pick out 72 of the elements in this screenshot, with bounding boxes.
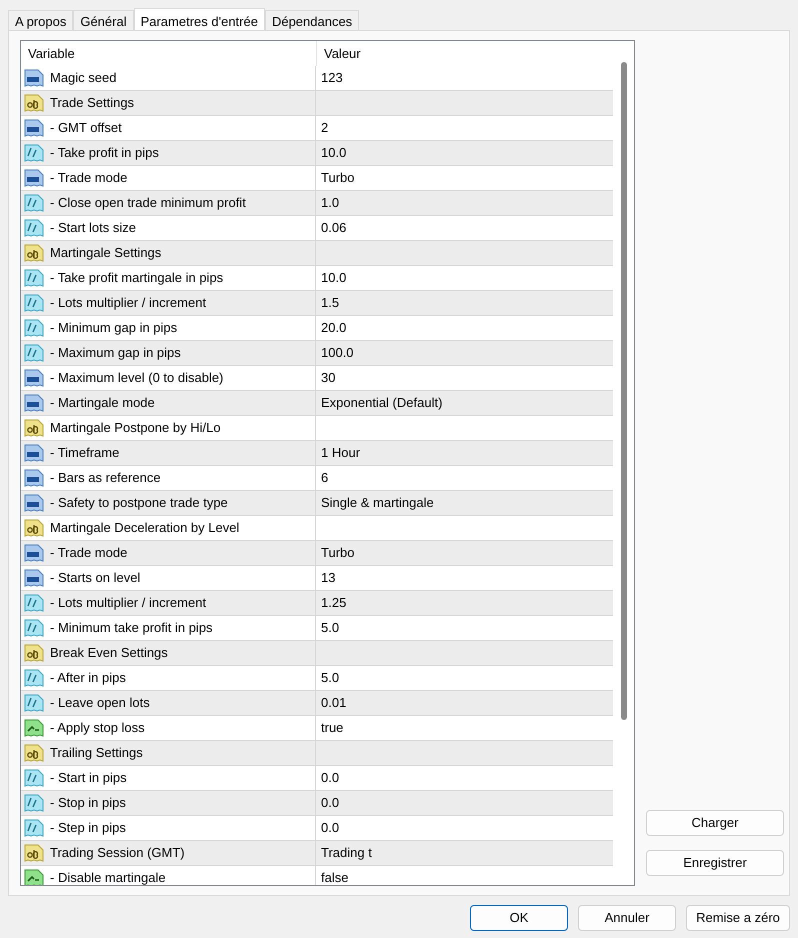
variable-name: - Leave open lots — [50, 694, 150, 712]
parameter-value[interactable]: 30 — [321, 368, 336, 388]
parameter-value[interactable]: false — [321, 868, 348, 885]
side-button[interactable]: Charger — [646, 810, 784, 836]
variable-name: - Safety to postpone trade type — [50, 494, 228, 512]
parameter-value[interactable]: 1.0 — [321, 193, 340, 213]
variable-name: - Starts on level — [50, 569, 140, 588]
parameter-value[interactable]: Turbo — [321, 543, 354, 563]
column-header[interactable]: Variable — [21, 41, 317, 66]
parameter-value[interactable]: 0.0 — [321, 768, 340, 788]
tab[interactable]: Général — [73, 10, 134, 32]
variable-name: - Take profit martingale in pips — [50, 269, 224, 288]
variable-name: - Minimum gap in pips — [50, 319, 178, 338]
parameter-value[interactable]: 2 — [321, 118, 328, 138]
variable-name: - Lots multiplier / increment — [50, 594, 206, 612]
variable-name: - Start in pips — [50, 769, 127, 788]
variable-name: - Close open trade minimum profit — [50, 194, 246, 212]
variable-name: - GMT offset — [50, 119, 122, 138]
variable-name: - Take profit in pips — [50, 144, 159, 162]
parameter-value[interactable]: 0.01 — [321, 693, 346, 713]
dialog-button[interactable]: Annuler — [578, 905, 676, 931]
parameter-value[interactable]: 0.06 — [321, 218, 346, 238]
tab[interactable]: Dépendances — [264, 10, 360, 32]
variable-name: - Step in pips — [50, 819, 126, 838]
variable-name: Martingale Settings — [50, 244, 162, 262]
tab[interactable]: Parametres d'entrée — [134, 8, 265, 32]
variable-name: - Maximum gap in pips — [50, 344, 181, 362]
dialog-button[interactable]: OK — [470, 905, 568, 931]
parameter-value[interactable]: 13 — [321, 568, 336, 588]
variable-name: - Maximum level (0 to disable) — [50, 369, 224, 388]
parameter-value[interactable]: 5.0 — [321, 668, 340, 688]
variable-name: Break Even Settings — [50, 644, 168, 662]
variable-name: - After in pips — [50, 669, 126, 688]
parameter-value[interactable]: 123 — [321, 68, 343, 88]
variable-name: - Martingale mode — [50, 394, 155, 412]
variable-name: - Start lots size — [50, 219, 136, 238]
variable-name: Martingale Postpone by Hi/Lo — [50, 419, 221, 438]
parameter-value[interactable]: 100.0 — [321, 343, 354, 363]
parameter-value[interactable]: 6 — [321, 468, 328, 488]
variable-name: - Bars as reference — [50, 469, 161, 488]
parameter-value[interactable]: 0.0 — [321, 818, 340, 838]
variable-name: - Disable martingale — [50, 869, 166, 885]
parameter-value[interactable]: 0.0 — [321, 793, 340, 813]
variable-name: - Trade mode — [50, 544, 128, 562]
parameter-value[interactable]: true — [321, 718, 344, 738]
parameter-value[interactable]: 10.0 — [321, 268, 346, 288]
variable-name: - Lots multiplier / increment — [50, 294, 206, 312]
parameter-value[interactable]: 10.0 — [321, 143, 346, 163]
parameter-value[interactable]: 20.0 — [321, 318, 346, 338]
variable-name: Trailing Settings — [50, 744, 143, 762]
variable-name: - Stop in pips — [50, 794, 126, 812]
parameter-value[interactable]: 1 Hour — [321, 443, 360, 463]
parameter-value[interactable]: 1.5 — [321, 293, 340, 313]
variable-name: - Timeframe — [50, 444, 120, 462]
column-header[interactable]: Valeur — [317, 41, 613, 66]
scrollbar-thumb[interactable] — [620, 62, 626, 720]
side-button[interactable]: Enregistrer — [646, 850, 784, 876]
parameter-value[interactable]: Exponential (Default) — [321, 393, 442, 413]
dialog-button[interactable]: Remise a zéro — [686, 905, 790, 931]
parameter-value[interactable]: Single & martingale — [321, 493, 434, 513]
variable-name: - Apply stop loss — [50, 719, 145, 738]
variable-name: - Trade mode — [50, 169, 128, 188]
parameter-value[interactable]: Turbo — [321, 168, 354, 188]
variable-name: Trading Session (GMT) — [50, 844, 185, 862]
variable-name: Magic seed — [50, 69, 116, 88]
parameter-value[interactable]: 1.25 — [321, 593, 346, 613]
parameter-value[interactable]: 5.0 — [321, 618, 340, 638]
tab[interactable]: A propos — [8, 10, 74, 32]
variable-name: - Minimum take profit in pips — [50, 619, 213, 638]
variable-name: Martingale Deceleration by Level — [50, 519, 240, 538]
parameter-value[interactable]: Trading t — [321, 843, 372, 863]
variable-name: Trade Settings — [50, 94, 134, 112]
